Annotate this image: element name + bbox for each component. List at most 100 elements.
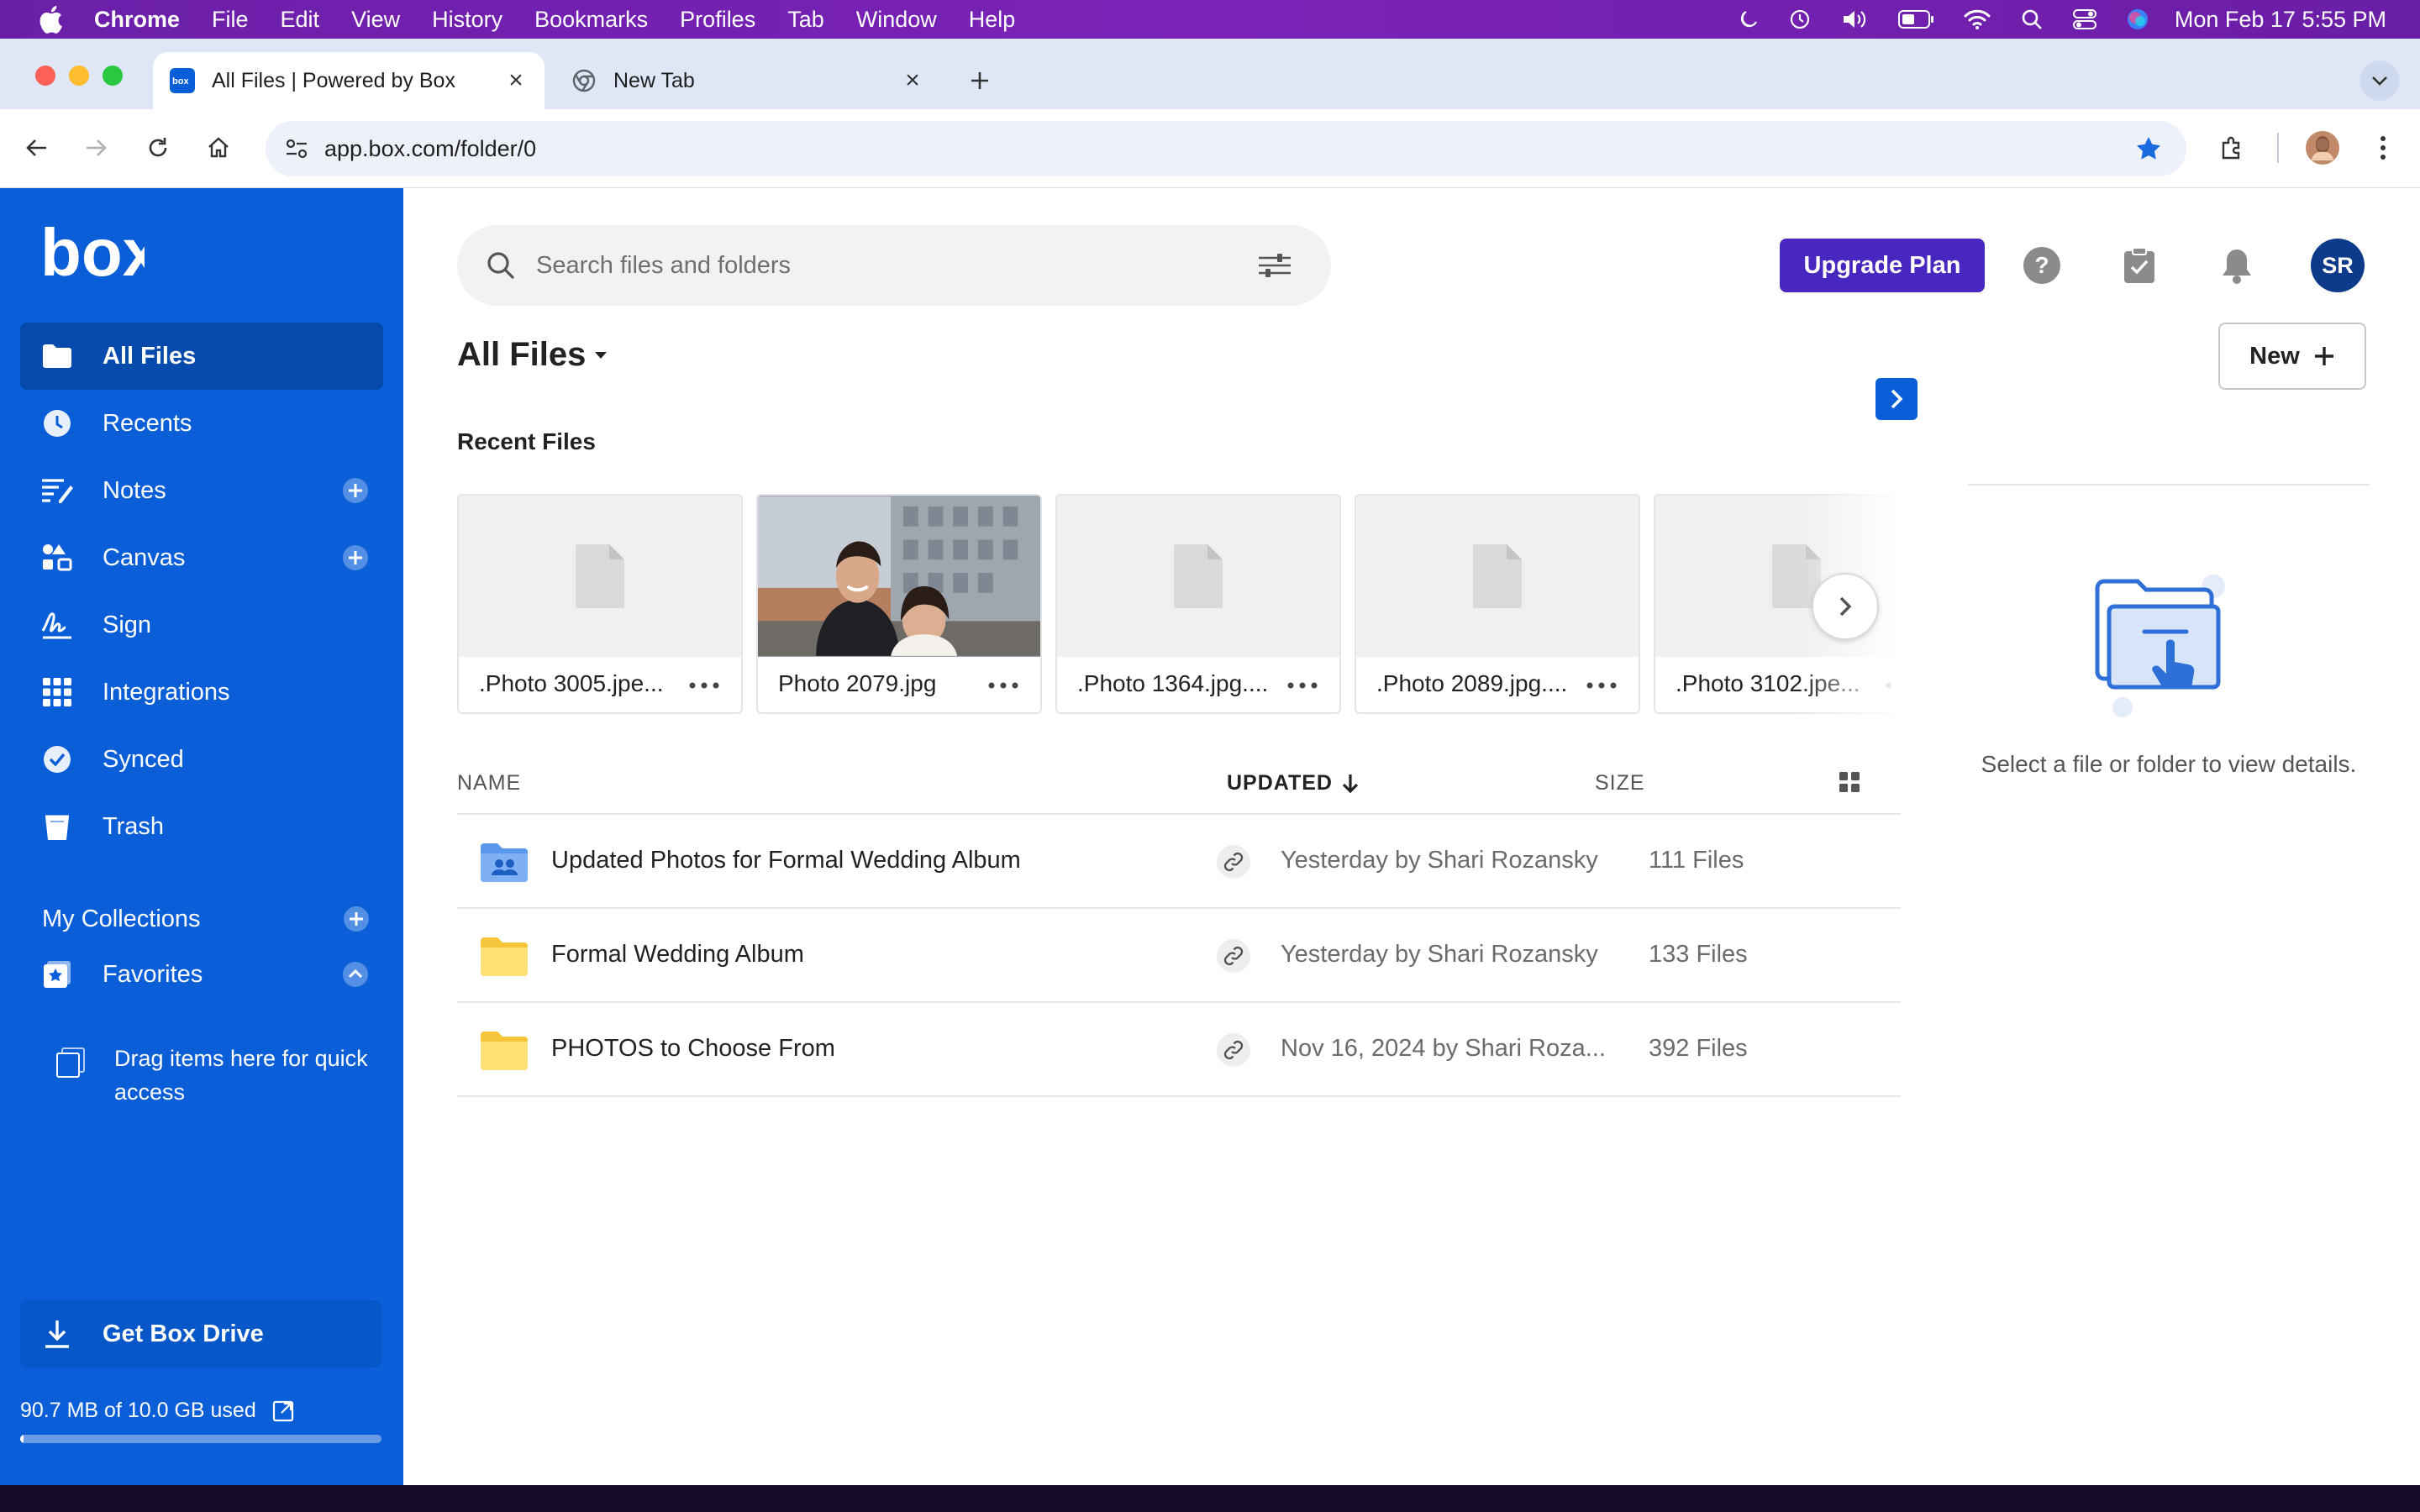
page-title[interactable]: All Files: [457, 336, 608, 374]
sidebar-item-notes[interactable]: Notes: [20, 457, 383, 524]
table-row[interactable]: PHOTOS to Choose From Nov 16, 2024 by Sh…: [457, 1003, 1901, 1097]
time-machine-icon[interactable]: [1788, 8, 1812, 31]
user-avatar[interactable]: SR: [2311, 239, 2365, 292]
apple-icon[interactable]: [32, 3, 69, 36]
carousel-next-chevron-icon[interactable]: [1812, 573, 1879, 640]
menubar-clock[interactable]: Mon Feb 17 5:55 PM: [2175, 7, 2386, 33]
notifications-bell-icon[interactable]: [2215, 244, 2259, 287]
sidebar-item-canvas[interactable]: Canvas: [20, 524, 383, 591]
wifi-icon[interactable]: [1963, 8, 1991, 30]
home-icon[interactable]: [198, 128, 239, 168]
file-name[interactable]: Updated Photos for Formal Wedding Album: [551, 847, 1021, 874]
site-settings-icon[interactable]: [284, 136, 309, 165]
browser-toolbar: app.box.com/folder/0: [0, 109, 2420, 188]
help-icon[interactable]: ?: [2020, 244, 2064, 287]
storage-progress-bar: [20, 1435, 381, 1443]
collapse-favorites-chevron-icon[interactable]: [341, 960, 370, 989]
forward-arrow-icon[interactable]: [76, 128, 116, 168]
recent-file-card[interactable]: .Photo 3005.jpe...: [457, 494, 743, 714]
back-arrow-icon[interactable]: [17, 128, 57, 168]
more-options-ellipsis-icon[interactable]: [986, 672, 1020, 699]
more-options-ellipsis-icon[interactable]: [1286, 672, 1319, 699]
browser-window-chrome: box All Files | Powered by Box × New Tab…: [0, 39, 2420, 188]
minimize-window-button[interactable]: [69, 66, 89, 86]
toggle-details-panel-chevron-icon[interactable]: [1876, 378, 1918, 420]
close-window-button[interactable]: [35, 66, 55, 86]
menu-history[interactable]: History: [432, 7, 502, 33]
add-canvas-plus-icon[interactable]: [341, 543, 370, 572]
new-button[interactable]: New: [2218, 323, 2366, 390]
shared-link-icon[interactable]: [1217, 939, 1250, 973]
tab-new-tab[interactable]: New Tab ×: [555, 52, 941, 109]
sidebar-item-favorites[interactable]: Favorites: [20, 941, 383, 1008]
menu-window[interactable]: Window: [856, 7, 937, 33]
siri-icon[interactable]: [2126, 8, 2149, 31]
close-tab-icon[interactable]: ×: [501, 66, 531, 96]
spotlight-icon[interactable]: [2020, 8, 2044, 31]
my-collections-label[interactable]: My Collections: [42, 906, 201, 933]
table-row[interactable]: Updated Photos for Formal Wedding Album …: [457, 815, 1901, 909]
tab-title: New Tab: [613, 68, 695, 92]
storage-usage-text: 90.7 MB of 10.0 GB used: [20, 1398, 256, 1422]
drag-hint-text: Drag items here for quick access: [114, 1046, 368, 1105]
battery-icon[interactable]: [1897, 8, 1934, 30]
zoom-window-button[interactable]: [103, 66, 123, 86]
recent-file-card[interactable]: .Photo 2089.jpg....: [1355, 494, 1640, 714]
menu-profiles[interactable]: Profiles: [680, 7, 755, 33]
tab-all-files[interactable]: box All Files | Powered by Box ×: [153, 52, 544, 109]
generic-file-icon: [1174, 544, 1223, 608]
volume-icon[interactable]: [1840, 8, 1869, 31]
get-box-drive-button[interactable]: Get Box Drive: [20, 1300, 381, 1368]
more-options-ellipsis-icon[interactable]: [1585, 672, 1618, 699]
box-logo[interactable]: box: [40, 215, 160, 290]
column-header-name[interactable]: NAME: [457, 771, 521, 795]
shared-link-icon[interactable]: [1217, 845, 1250, 879]
recent-file-card[interactable]: Photo 2079.jpg: [756, 494, 1042, 714]
bookmark-star-icon[interactable]: [2134, 134, 2163, 167]
sidebar-item-synced[interactable]: Synced: [20, 726, 383, 793]
sidebar-item-all-files[interactable]: All Files: [20, 323, 383, 390]
reload-icon[interactable]: [138, 128, 178, 168]
updated-text: Nov 16, 2024 by Shari Roza...: [1281, 1035, 1606, 1062]
new-tab-plus-icon[interactable]: [963, 64, 997, 97]
close-tab-icon[interactable]: ×: [897, 66, 928, 96]
sidebar-item-trash[interactable]: Trash: [20, 793, 383, 860]
new-button-label: New: [2249, 342, 2300, 370]
sidebar-item-recents[interactable]: Recents: [20, 390, 383, 457]
external-link-icon[interactable]: [271, 1398, 297, 1423]
address-bar[interactable]: app.box.com/folder/0: [266, 121, 2186, 176]
upgrade-plan-button[interactable]: Upgrade Plan: [1780, 239, 1985, 292]
add-note-plus-icon[interactable]: [341, 476, 370, 505]
menu-tab[interactable]: Tab: [787, 7, 824, 33]
recent-file-card[interactable]: .Photo 1364.jpg....: [1055, 494, 1341, 714]
sidebar-item-integrations[interactable]: Integrations: [20, 659, 383, 726]
search-input[interactable]: [536, 251, 1208, 280]
search-filter-sliders-icon[interactable]: [1257, 250, 1292, 281]
menu-file[interactable]: File: [212, 7, 249, 33]
table-row[interactable]: Formal Wedding Album Yesterday by Shari …: [457, 909, 1901, 1003]
extensions-puzzle-icon[interactable]: [2212, 128, 2252, 168]
tab-search-chevron-icon[interactable]: [2360, 60, 2400, 101]
photo-thumbnail: [758, 496, 1040, 657]
file-name[interactable]: Formal Wedding Album: [551, 941, 804, 969]
shared-folder-icon: [479, 842, 529, 884]
caret-down-icon[interactable]: [594, 351, 608, 360]
more-options-ellipsis-icon[interactable]: [687, 672, 721, 699]
menu-help[interactable]: Help: [969, 7, 1016, 33]
profile-avatar-icon[interactable]: [2302, 128, 2343, 168]
add-collection-plus-icon[interactable]: [343, 906, 370, 937]
menu-app-name[interactable]: Chrome: [94, 7, 180, 33]
tasks-clipboard-icon[interactable]: [2118, 244, 2161, 287]
grid-view-icon[interactable]: [1832, 764, 1867, 800]
column-header-size[interactable]: SIZE: [1595, 771, 1645, 795]
column-header-updated[interactable]: UPDATED: [1227, 771, 1360, 795]
sidebar-item-sign[interactable]: Sign: [20, 591, 383, 659]
shared-link-icon[interactable]: [1217, 1033, 1250, 1067]
menu-view[interactable]: View: [351, 7, 400, 33]
menu-edit[interactable]: Edit: [281, 7, 320, 33]
control-center-icon[interactable]: [2072, 8, 2097, 31]
file-name[interactable]: PHOTOS to Choose From: [551, 1035, 835, 1063]
moon-icon[interactable]: [1738, 8, 1760, 30]
menu-bookmarks[interactable]: Bookmarks: [534, 7, 648, 33]
browser-menu-kebab-icon[interactable]: [2363, 128, 2403, 168]
